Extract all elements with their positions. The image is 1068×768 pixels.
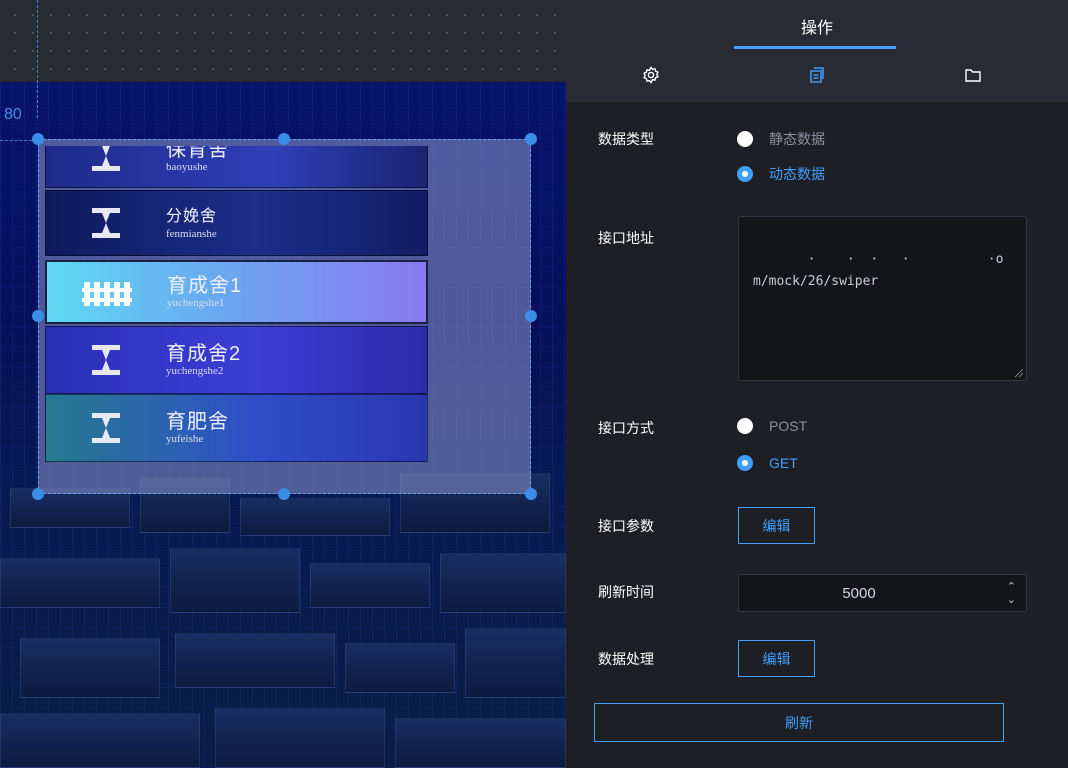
fence-icon	[47, 276, 167, 308]
radio-label: 动态数据	[769, 166, 825, 182]
resize-grip-icon[interactable]	[1015, 369, 1023, 377]
api-url-label: 接口地址	[598, 230, 654, 246]
swiper-slide[interactable]: 分娩舍 fenmianshe	[45, 190, 428, 256]
refresh-button[interactable]: 刷新	[594, 703, 1004, 742]
radio-circle	[737, 131, 753, 147]
refresh-interval-input[interactable]: 5000 ⌃ ⌄	[738, 574, 1027, 612]
swiper-carousel[interactable]: 保育舍 baoyushe 分娩舍 fenmianshe 育成舍1 yucheng…	[45, 146, 428, 462]
folder-icon[interactable]	[962, 64, 984, 86]
canvas-grid-background	[0, 0, 566, 82]
resize-handle-left[interactable]	[32, 310, 44, 322]
slide-title-en: yuchengshe2	[166, 365, 224, 377]
radio-get[interactable]: GET	[737, 455, 798, 471]
resize-handle-top[interactable]	[278, 133, 290, 145]
api-params-label: 接口参数	[598, 518, 654, 534]
api-method-label: 接口方式	[598, 420, 654, 436]
slide-title-en: yufeishe	[166, 433, 204, 445]
panel-header: 操作	[566, 0, 1068, 102]
radio-circle	[737, 418, 753, 434]
resize-handle-right[interactable]	[525, 310, 537, 322]
slide-title-cn: 分娩舍	[166, 208, 218, 225]
api-url-textarea[interactable]: · · · · ·om/mock/26/swiper	[738, 216, 1027, 381]
resize-handle-top-right[interactable]	[525, 133, 537, 145]
properties-panel: 操作 数据类型 静态数据 动态数据 接口地址 · · · · ·om/mock/…	[566, 0, 1068, 768]
alignment-guide-vertical	[37, 0, 38, 118]
hourglass-icon	[46, 343, 166, 377]
radio-static-data[interactable]: 静态数据	[737, 129, 825, 149]
stepper-arrows[interactable]: ⌃ ⌄	[1007, 581, 1016, 607]
slide-title-cn: 育成舍1	[167, 275, 243, 297]
radio-dynamic-data[interactable]: 动态数据	[737, 164, 825, 184]
edit-processing-button[interactable]: 编辑	[738, 640, 815, 677]
swiper-slide[interactable]: 育肥舍 yufeishe	[45, 394, 428, 462]
radio-circle-selected	[737, 166, 753, 182]
resize-handle-top-left[interactable]	[32, 133, 44, 145]
data-processing-label: 数据处理	[598, 651, 654, 667]
hourglass-icon	[46, 206, 166, 240]
slide-title-en: fenmianshe	[166, 228, 217, 240]
resize-handle-bottom-left[interactable]	[32, 488, 44, 500]
refresh-interval-value: 5000	[842, 585, 876, 602]
resize-handle-bottom[interactable]	[278, 488, 290, 500]
active-tab-indicator	[734, 46, 896, 49]
chevron-down-icon[interactable]: ⌄	[1007, 594, 1016, 607]
radio-post[interactable]: POST	[737, 418, 807, 434]
api-url-value: · · · · ·om/mock/26/swiper	[753, 252, 1004, 289]
radio-label: GET	[769, 455, 798, 471]
panel-title: 操作	[800, 20, 833, 37]
swiper-slide[interactable]: 保育舍 baoyushe	[45, 146, 428, 188]
refresh-interval-label: 刷新时间	[598, 584, 654, 600]
hourglass-icon	[46, 146, 166, 173]
slide-title-en: baoyushe	[166, 161, 208, 173]
resize-handle-bottom-right[interactable]	[525, 488, 537, 500]
slide-title-cn: 育成舍2	[166, 343, 242, 365]
radio-label: POST	[769, 418, 808, 434]
data-type-label: 数据类型	[598, 131, 654, 147]
radio-label: 静态数据	[769, 131, 825, 147]
slide-title-cn: 育肥舍	[166, 411, 229, 433]
gear-icon[interactable]	[640, 64, 662, 86]
slide-title-en: yuchengshe1	[167, 297, 225, 309]
coordinate-readout: 80	[4, 106, 22, 123]
editor-canvas[interactable]: 80 保育舍 baoyushe 分娩舍 fenmianshe 育成舍1 yuch…	[0, 0, 566, 768]
slide-title-cn: 保育舍	[166, 146, 229, 161]
hourglass-icon	[46, 411, 166, 445]
swiper-slide[interactable]: 育成舍2 yuchengshe2	[45, 326, 428, 394]
swiper-slide-active[interactable]: 育成舍1 yuchengshe1	[45, 260, 428, 324]
edit-params-button[interactable]: 编辑	[738, 507, 815, 544]
chevron-up-icon[interactable]: ⌃	[1007, 581, 1016, 594]
radio-circle-selected	[737, 455, 753, 471]
copy-icon[interactable]	[806, 64, 828, 86]
city-blocks-decoration	[0, 468, 566, 768]
